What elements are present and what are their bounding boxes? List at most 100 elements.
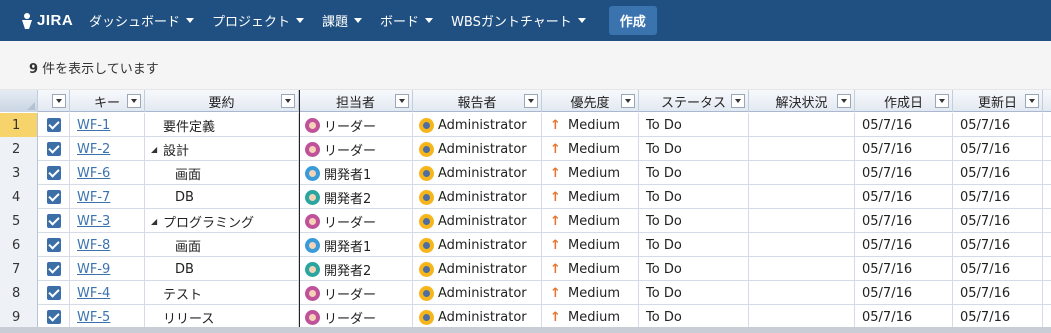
status-cell[interactable]: To Do [639,137,749,161]
row-number[interactable]: 4 [0,185,38,209]
updated-date-cell[interactable]: 05/7/16 [953,305,1043,329]
status-cell[interactable]: To Do [639,161,749,185]
issue-key-link[interactable]: WF-6 [70,161,145,185]
filter-dropdown-icon[interactable] [935,94,949,108]
priority-cell[interactable]: ↑ Medium [542,209,639,233]
row-checkbox-cell[interactable] [38,137,70,161]
assignee-cell[interactable]: 開発者2 [299,257,413,281]
updated-date-cell[interactable]: 05/7/16 [953,281,1043,305]
status-cell[interactable]: To Do [639,113,749,137]
updated-date-cell[interactable]: 05/7/16 [953,233,1043,257]
summary-cell[interactable]: テスト [145,281,299,305]
checkbox-checked-icon[interactable] [46,310,61,324]
issue-key-link[interactable]: WF-2 [70,137,145,161]
assignee-cell[interactable]: 開発者2 [299,185,413,209]
status-cell[interactable]: To Do [639,209,749,233]
priority-cell[interactable]: ↑ Medium [542,257,639,281]
reporter-cell[interactable]: Administrator [413,137,542,161]
row-checkbox-cell[interactable] [38,161,70,185]
checkbox-checked-icon[interactable] [46,214,61,228]
assignee-cell[interactable]: リーダー [299,113,413,137]
issue-key-link[interactable]: WF-5 [70,305,145,329]
status-cell[interactable]: To Do [639,257,749,281]
issue-key-link[interactable]: WF-9 [70,257,145,281]
issue-key-link[interactable]: WF-3 [70,209,145,233]
table-row[interactable]: 6 WF-8 画面 開発者1 Administrator ↑ Medium To Do 05/7… [0,233,1051,257]
row-checkbox-cell[interactable] [38,209,70,233]
row-checkbox-cell[interactable] [38,305,70,329]
checkbox-checked-icon[interactable] [46,286,61,300]
checkbox-checked-icon[interactable] [46,118,61,132]
summary-cell[interactable]: 画面 [145,161,299,185]
filter-dropdown-icon[interactable] [281,94,295,108]
nav-wbs-gantt[interactable]: WBSガントチャート [442,0,595,41]
header-reporter[interactable]: 報告者 [413,90,542,112]
row-number[interactable]: 1 [0,113,38,137]
created-date-cell[interactable]: 05/7/16 [855,161,953,185]
updated-date-cell[interactable]: 05/7/16 [953,209,1043,233]
header-priority[interactable]: 優先度 [542,90,639,112]
reporter-cell[interactable]: Administrator [413,281,542,305]
table-row[interactable]: 1 WF-1 要件定義 リーダー Administrator ↑ Medium To Do 05… [0,113,1051,137]
status-cell[interactable]: To Do [639,233,749,257]
resolution-cell[interactable] [749,113,855,137]
created-date-cell[interactable]: 05/7/16 [855,113,953,137]
nav-boards[interactable]: ボード [371,0,442,41]
filter-dropdown-icon[interactable] [395,94,409,108]
reporter-cell[interactable]: Administrator [413,233,542,257]
assignee-cell[interactable]: リーダー [299,209,413,233]
row-checkbox-cell[interactable] [38,233,70,257]
resolution-cell[interactable] [749,161,855,185]
summary-cell[interactable]: DB [145,257,299,281]
assignee-cell[interactable]: リーダー [299,281,413,305]
priority-cell[interactable]: ↑ Medium [542,113,639,137]
header-resolution[interactable]: 解決状況 [749,90,855,112]
summary-cell[interactable]: DB [145,185,299,209]
nav-issues[interactable]: 課題 [313,0,371,41]
checkbox-checked-icon[interactable] [46,238,61,252]
created-date-cell[interactable]: 05/7/16 [855,185,953,209]
issue-key-link[interactable]: WF-4 [70,281,145,305]
issue-key-link[interactable]: WF-7 [70,185,145,209]
filter-dropdown-icon[interactable] [731,94,745,108]
updated-date-cell[interactable]: 05/7/16 [953,257,1043,281]
row-number[interactable]: 3 [0,161,38,185]
resolution-cell[interactable] [749,233,855,257]
reporter-cell[interactable]: Administrator [413,305,542,329]
table-row[interactable]: 9 WF-5 リリース リーダー Administrator ↑ Medium To Do 05… [0,305,1051,329]
assignee-cell[interactable]: 開発者1 [299,161,413,185]
summary-cell[interactable]: リリース [145,305,299,329]
reporter-cell[interactable]: Administrator [413,113,542,137]
resolution-cell[interactable] [749,137,855,161]
summary-cell[interactable]: ◢ 設計 [145,137,299,161]
checkbox-checked-icon[interactable] [46,166,61,180]
collapse-toggle-icon[interactable]: ◢ [151,145,163,154]
checkbox-checked-icon[interactable] [46,190,61,204]
resolution-cell[interactable] [749,209,855,233]
table-row[interactable]: 8 WF-4 テスト リーダー Administrator ↑ Medium To Do 05/… [0,281,1051,305]
resolution-cell[interactable] [749,305,855,329]
grid-corner[interactable] [0,90,38,112]
summary-cell[interactable]: 要件定義 [145,113,299,137]
updated-date-cell[interactable]: 05/7/16 [953,113,1043,137]
filter-dropdown-icon[interactable] [621,94,635,108]
status-cell[interactable]: To Do [639,185,749,209]
issue-key-link[interactable]: WF-8 [70,233,145,257]
header-key[interactable]: キー [70,90,145,112]
summary-cell[interactable]: 画面 [145,233,299,257]
created-date-cell[interactable]: 05/7/16 [855,257,953,281]
row-checkbox-cell[interactable] [38,257,70,281]
status-cell[interactable]: To Do [639,305,749,329]
row-checkbox-cell[interactable] [38,281,70,305]
row-checkbox-cell[interactable] [38,185,70,209]
filter-dropdown-icon[interactable] [524,94,538,108]
sort-filter-dropdown-icon[interactable] [127,94,141,108]
table-row[interactable]: 5 WF-3 ◢ プログラミング リーダー Administrator ↑ Medium To … [0,209,1051,233]
horizontal-scrollbar[interactable] [0,327,1051,333]
assignee-cell[interactable]: リーダー [299,305,413,329]
created-date-cell[interactable]: 05/7/16 [855,233,953,257]
status-cell[interactable]: To Do [639,281,749,305]
priority-cell[interactable]: ↑ Medium [542,185,639,209]
header-assignee[interactable]: 担当者 [299,90,413,112]
header-updated[interactable]: 更新日 [953,90,1043,112]
